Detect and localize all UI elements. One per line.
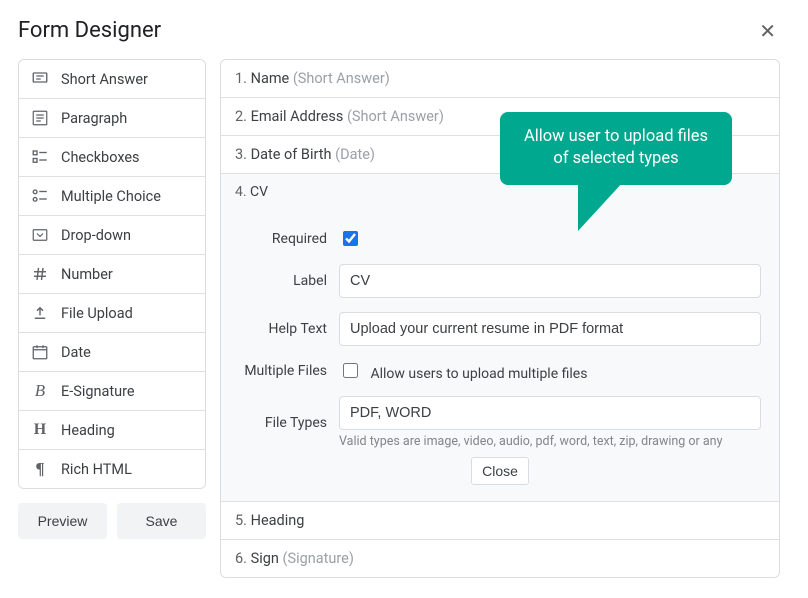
date-icon <box>31 343 49 361</box>
item-number: 4. <box>235 184 247 200</box>
field-type-paragraph[interactable]: Paragraph <box>19 99 205 138</box>
item-type: (Short Answer) <box>293 70 390 87</box>
field-type-palette: Short Answer Paragraph Checkboxes <box>18 59 206 578</box>
field-type-label: File Upload <box>61 305 133 322</box>
field-type-multiple-choice[interactable]: Multiple Choice <box>19 177 205 216</box>
item-number: 1. <box>235 70 247 87</box>
item-name: Name <box>251 70 290 87</box>
required-label: Required <box>239 231 339 247</box>
item-number: 5. <box>235 512 247 529</box>
multiplefiles-label: Multiple Files <box>239 363 339 379</box>
filetypes-label: File Types <box>239 415 339 431</box>
field-type-number[interactable]: Number <box>19 255 205 294</box>
item-name: Heading <box>251 512 305 529</box>
field-type-label: Drop-down <box>61 227 131 244</box>
multiple-choice-icon <box>31 187 49 205</box>
field-type-label: Paragraph <box>61 110 127 127</box>
field-type-label: Date <box>61 344 91 361</box>
required-checkbox[interactable] <box>343 231 358 246</box>
item-number: 2. <box>235 108 247 125</box>
close-icon[interactable]: ✕ <box>755 19 780 43</box>
form-item-heading[interactable]: 5. Heading <box>221 502 779 540</box>
filetypes-input[interactable] <box>339 396 761 430</box>
item-name: CV <box>250 184 268 200</box>
item-type: (Signature) <box>283 550 354 567</box>
heading-icon: H <box>31 421 49 439</box>
close-editor-button[interactable]: Close <box>471 457 529 485</box>
form-item-name[interactable]: 1. Name (Short Answer) <box>221 60 779 98</box>
upload-icon <box>31 304 49 322</box>
callout-tail-icon <box>578 181 624 231</box>
field-type-dropdown[interactable]: Drop-down <box>19 216 205 255</box>
item-name: Email Address <box>251 108 344 125</box>
dropdown-icon <box>31 226 49 244</box>
field-type-date[interactable]: Date <box>19 333 205 372</box>
signature-icon: B <box>31 382 49 400</box>
form-item-cv-expanded: 4. CV Required Label <box>221 174 779 502</box>
paragraph-icon <box>31 109 49 127</box>
rich-html-icon: ¶ <box>31 460 49 478</box>
form-item-sign[interactable]: 6. Sign (Signature) <box>221 540 779 577</box>
field-type-label: Number <box>61 266 113 283</box>
helptext-label: Help Text <box>239 321 339 337</box>
field-type-label: Short Answer <box>61 71 148 88</box>
multiplefiles-inline-label: Allow users to upload multiple files <box>370 366 587 382</box>
field-type-heading[interactable]: H Heading <box>19 411 205 450</box>
label-label: Label <box>239 273 339 289</box>
item-number: 6. <box>235 550 247 567</box>
label-input[interactable] <box>339 264 761 298</box>
field-type-label: Rich HTML <box>61 461 132 478</box>
short-answer-icon <box>31 70 49 88</box>
save-button[interactable]: Save <box>117 503 206 539</box>
field-type-label: Heading <box>61 422 115 439</box>
multiplefiles-checkbox[interactable] <box>343 363 358 378</box>
dialog-title: Form Designer <box>18 18 161 43</box>
preview-button[interactable]: Preview <box>18 503 107 539</box>
item-name: Date of Birth <box>251 146 332 163</box>
callout-bubble: Allow user to upload files of selected t… <box>500 112 732 185</box>
item-name: Sign <box>251 550 279 567</box>
field-type-esignature[interactable]: B E-Signature <box>19 372 205 411</box>
field-type-label: Multiple Choice <box>61 188 161 205</box>
filetypes-hint: Valid types are image, video, audio, pdf… <box>339 434 761 449</box>
number-icon <box>31 265 49 283</box>
field-type-label: E-Signature <box>61 383 135 400</box>
field-type-label: Checkboxes <box>61 149 140 166</box>
field-type-rich-html[interactable]: ¶ Rich HTML <box>19 450 205 488</box>
field-type-checkboxes[interactable]: Checkboxes <box>19 138 205 177</box>
checkboxes-icon <box>31 148 49 166</box>
item-number: 3. <box>235 146 247 163</box>
helptext-input[interactable] <box>339 312 761 346</box>
field-type-short-answer[interactable]: Short Answer <box>19 60 205 99</box>
item-type: (Date) <box>335 146 375 163</box>
callout-text: Allow user to upload files of selected t… <box>524 127 708 168</box>
field-type-file-upload[interactable]: File Upload <box>19 294 205 333</box>
item-type: (Short Answer) <box>347 108 444 125</box>
